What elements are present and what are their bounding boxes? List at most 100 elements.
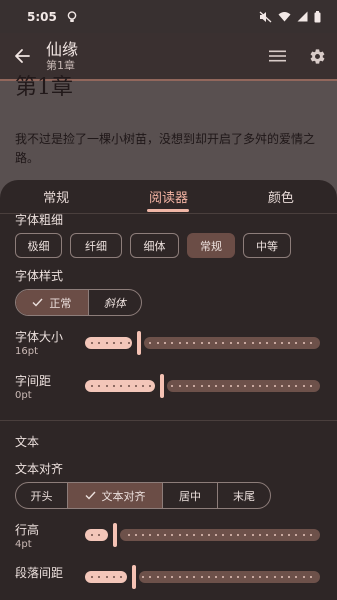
slider-tick	[310, 342, 312, 344]
paragraph-spacing-label: 段落间距	[15, 566, 64, 580]
slider-tick	[229, 534, 232, 536]
text-section-heading: 文本	[15, 435, 40, 449]
slider-tick	[105, 576, 108, 578]
slider-tick	[200, 385, 203, 387]
align-justify-option[interactable]: 文本对齐	[68, 483, 163, 508]
chip-weight-thin[interactable]: 纤细	[70, 233, 122, 258]
slider-tick	[105, 342, 108, 344]
slider-tick	[112, 576, 115, 578]
font-size-slider[interactable]	[85, 331, 320, 355]
slider-tick	[310, 534, 312, 536]
chip-weight-extra-light[interactable]: 极细	[15, 233, 62, 258]
slider-tick	[91, 576, 93, 578]
slider-tick	[91, 385, 93, 387]
slider-thumb[interactable]	[137, 331, 141, 355]
slider-tick	[280, 385, 283, 387]
settings-button[interactable]	[297, 33, 337, 79]
slider-tick	[280, 576, 283, 578]
status-time: 5:05	[27, 9, 57, 24]
style-normal-label: 正常	[49, 296, 72, 310]
slider-tick	[156, 576, 159, 578]
font-style-segment: 正常 斜体	[15, 289, 142, 316]
slider-tick	[134, 385, 137, 387]
slider-tick	[258, 576, 261, 578]
slider-tick	[258, 342, 261, 344]
slider-tick	[207, 534, 210, 536]
slider-tick	[302, 342, 305, 344]
letter-spacing-slider[interactable]	[85, 374, 320, 398]
tab-colors[interactable]: 颜色	[225, 180, 337, 213]
slider-tick	[178, 385, 181, 387]
section-divider	[0, 420, 337, 421]
reader-paragraph: 我不过是捡了一棵小树苗，没想到却开启了多舛的爱情之路。	[15, 132, 316, 165]
font-size-value: 16pt	[15, 346, 38, 357]
paragraph-spacing-slider[interactable]	[85, 565, 320, 589]
slider-tick	[258, 385, 261, 387]
slider-tick	[258, 534, 261, 536]
alignment-label: 文本对齐	[15, 462, 64, 476]
wifi-icon	[278, 12, 291, 22]
slider-tick	[237, 385, 239, 387]
slider-tick	[200, 534, 203, 536]
slider-tick	[229, 576, 232, 578]
font-weight-chips: 极细 纤细 细体 常规 中等	[15, 233, 291, 258]
style-italic-option[interactable]: 斜体	[89, 290, 141, 315]
battery-icon	[314, 10, 321, 22]
slider-thumb[interactable]	[113, 523, 117, 547]
align-end-option[interactable]: 末尾	[218, 483, 270, 508]
line-height-label: 行高	[15, 523, 40, 537]
chip-weight-light[interactable]: 细体	[130, 233, 179, 258]
slider-tick	[207, 576, 210, 578]
slider-tick	[200, 576, 203, 578]
slider-tick	[127, 385, 130, 387]
slider-tick	[200, 342, 203, 344]
slider-tick	[229, 342, 232, 344]
slider-thumb[interactable]	[160, 374, 164, 398]
align-start-option[interactable]: 开头	[16, 483, 68, 508]
gear-icon	[310, 48, 324, 64]
slider-tick	[112, 342, 115, 344]
tab-reader[interactable]: 阅读器	[112, 180, 224, 213]
slider-tick	[207, 342, 210, 344]
slider-tick	[112, 385, 115, 387]
slider-tick	[185, 385, 188, 387]
title-block: 仙缘 第1章	[46, 40, 78, 73]
slider-tick	[185, 576, 188, 578]
slider-thumb[interactable]	[132, 565, 136, 589]
slider-tick	[164, 342, 166, 344]
slider-tick	[229, 385, 232, 387]
chip-weight-regular[interactable]: 常规	[187, 233, 235, 258]
style-normal-option[interactable]: 正常	[16, 290, 89, 315]
slider-tick	[156, 534, 159, 536]
tab-bar: 常规 阅读器 颜色	[0, 180, 337, 213]
chapter-heading: 第1章	[15, 75, 73, 100]
slider-tick	[185, 342, 188, 344]
slider-tick	[156, 342, 159, 344]
line-height-slider[interactable]	[85, 523, 320, 547]
font-size-label: 字体大小	[15, 330, 64, 344]
font-style-label: 字体样式	[15, 269, 64, 283]
slider-tick	[237, 576, 239, 578]
slider-tick	[302, 534, 305, 536]
slider-tick	[164, 576, 166, 578]
slider-tick	[273, 576, 276, 578]
slider-tick	[207, 385, 210, 387]
menu-button[interactable]	[257, 33, 297, 79]
settings-sheet: 常规 阅读器 颜色 字体粗细 极细 纤细 细体 常规 中等 字体样式 正常 斜体…	[0, 180, 337, 600]
slider-tick	[91, 534, 93, 536]
chip-weight-medium[interactable]: 中等	[243, 233, 291, 258]
slider-tick	[251, 576, 254, 578]
mute-icon	[259, 11, 272, 22]
arrow-left-icon	[15, 49, 30, 63]
menu-icon	[268, 50, 286, 62]
slider-tick	[237, 342, 239, 344]
tab-general[interactable]: 常规	[0, 180, 112, 213]
book-title: 仙缘	[46, 39, 79, 59]
slider-tick	[251, 342, 254, 344]
slider-tick	[164, 534, 166, 536]
slider-tick	[127, 342, 130, 344]
slider-tick	[273, 385, 276, 387]
slider-tick	[91, 342, 93, 344]
slider-tick	[178, 576, 181, 578]
align-center-option[interactable]: 居中	[163, 483, 218, 508]
